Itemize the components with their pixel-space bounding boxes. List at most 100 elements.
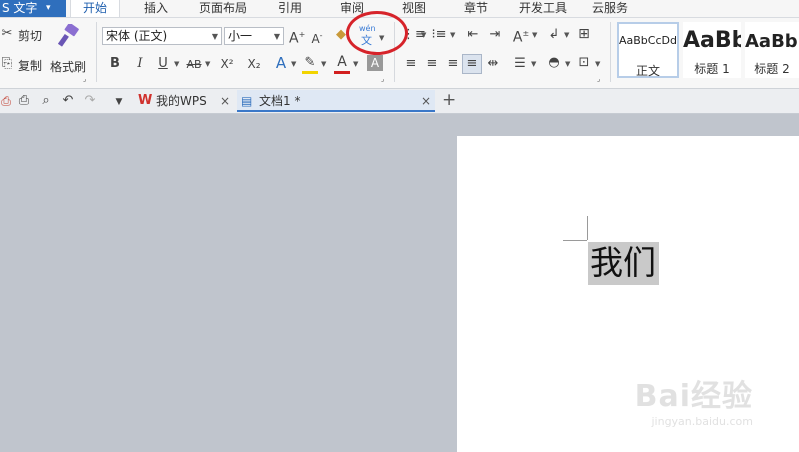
- baidu-watermark: Bai经验 jingyan.baidu.com: [635, 371, 753, 428]
- paintbrush-icon: [57, 22, 79, 47]
- superscript-button[interactable]: X²: [217, 56, 237, 72]
- app-menu-button[interactable]: S 文字 ▾: [0, 0, 66, 17]
- menu-bar: S 文字 ▾ 开始 插入 页面布局 引用 审阅 视图 章节 开发工具 云服务: [0, 0, 799, 18]
- text-direction-icon[interactable]: A±: [511, 26, 531, 46]
- document-body-text[interactable]: 我们: [590, 239, 656, 287]
- chevron-down-icon[interactable]: ▼: [450, 31, 455, 39]
- chevron-down-icon[interactable]: ▼: [531, 60, 536, 68]
- document-icon: ▤: [241, 94, 253, 108]
- chevron-down-icon[interactable]: ▼: [564, 31, 569, 39]
- line-spacing-icon[interactable]: ☰: [513, 56, 527, 72]
- style-sample: AaBbCcDd: [619, 34, 677, 47]
- print-icon[interactable]: ⎙: [16, 93, 32, 109]
- pdf-export-icon[interactable]: ⎙: [0, 93, 12, 109]
- watermark-url: jingyan.baidu.com: [651, 415, 753, 428]
- format-painter-label: 格式刷: [50, 60, 87, 74]
- distribute-icon[interactable]: ⇹: [486, 56, 500, 72]
- chevron-down-icon: ▼: [211, 32, 218, 41]
- font-size-value: 小一: [228, 29, 253, 43]
- decrease-indent-icon[interactable]: ⇤: [465, 27, 481, 43]
- character-shading-icon[interactable]: A: [367, 55, 383, 71]
- redo-icon[interactable]: ↷: [82, 93, 98, 109]
- close-icon[interactable]: ×: [421, 90, 431, 112]
- shrink-font-icon[interactable]: A-: [309, 28, 325, 47]
- style-heading-2[interactable]: AaBb 标题 2: [745, 22, 799, 78]
- highlight-pen-icon[interactable]: ✎: [302, 55, 318, 71]
- chevron-down-icon[interactable]: ▼: [595, 60, 600, 68]
- font-color-icon[interactable]: A: [334, 54, 350, 70]
- tab-chapter[interactable]: 章节: [464, 0, 488, 17]
- format-painter-button[interactable]: 格式刷: [48, 22, 88, 78]
- new-tab-button[interactable]: +: [442, 89, 456, 111]
- separator: [96, 22, 97, 82]
- tab-developer[interactable]: 开发工具: [519, 0, 567, 17]
- copy-icon: ⎘: [1, 56, 13, 71]
- margin-marker: [563, 240, 587, 241]
- justify-icon[interactable]: ≡: [462, 54, 482, 74]
- font-color-bar: [334, 71, 350, 74]
- align-center-icon[interactable]: ≡: [425, 56, 439, 72]
- align-left-icon[interactable]: ≡: [404, 56, 418, 72]
- font-size-select[interactable]: 小一 ▼: [224, 27, 284, 45]
- chevron-down-icon: ▼: [273, 32, 280, 41]
- strikethrough-button[interactable]: AB: [184, 57, 204, 73]
- dialog-launcher-icon[interactable]: ⌟: [83, 75, 86, 83]
- dialog-launcher-icon[interactable]: ⌟: [381, 75, 384, 83]
- style-label: 标题 1: [694, 62, 730, 76]
- text-effect-icon[interactable]: A: [273, 55, 289, 71]
- margin-marker: [587, 216, 588, 240]
- tab-insert[interactable]: 插入: [144, 0, 168, 17]
- close-icon[interactable]: ×: [220, 90, 230, 112]
- chevron-down-icon[interactable]: ▼: [565, 60, 570, 68]
- undo-icon[interactable]: ↶: [60, 93, 76, 109]
- italic-button[interactable]: I: [133, 56, 147, 72]
- print-preview-icon[interactable]: ⌕: [38, 93, 54, 109]
- copy-label: 复制: [18, 59, 43, 73]
- annotation-circle: [346, 11, 408, 55]
- style-heading-1[interactable]: AaBb 标题 1: [683, 22, 741, 78]
- chevron-down-icon[interactable]: ▼: [421, 31, 426, 39]
- chevron-down-icon[interactable]: ▼: [205, 60, 210, 68]
- chevron-down-icon[interactable]: ▼: [532, 31, 537, 39]
- font-name-select[interactable]: 宋体 (正文) ▼: [102, 27, 222, 45]
- tab-label: 文档1 *: [259, 94, 301, 108]
- subscript-button[interactable]: X₂: [244, 56, 264, 72]
- tab-home[interactable]: 开始: [70, 0, 120, 17]
- tab-label: 我的WPS: [156, 94, 207, 108]
- dialog-launcher-icon[interactable]: ⌟: [597, 75, 600, 83]
- document-tab-bar: ⎙ ⎙ ⌕ ↶ ↷ ▼ W 我的WPS × ▤ 文档1 * × +: [0, 89, 799, 114]
- increase-indent-icon[interactable]: ⇥: [487, 27, 503, 43]
- chevron-down-icon: ▾: [46, 3, 51, 13]
- bold-button[interactable]: B: [108, 56, 122, 72]
- separator: [610, 22, 611, 82]
- style-sample: AaBb: [683, 28, 741, 53]
- cut-label: 剪切: [18, 29, 43, 43]
- font-name-value: 宋体 (正文): [106, 29, 168, 43]
- style-normal[interactable]: AaBbCcDd 正文: [617, 22, 679, 78]
- chevron-down-icon[interactable]: ▼: [353, 60, 358, 68]
- paragraph-mark-icon[interactable]: ↲: [547, 27, 561, 43]
- chevron-down-icon[interactable]: ▼: [174, 60, 179, 68]
- borders-icon[interactable]: ⊡: [576, 55, 592, 71]
- chevron-down-icon[interactable]: ▼: [291, 60, 296, 68]
- tab-references[interactable]: 引用: [278, 0, 302, 17]
- tab-cloud[interactable]: 云服务: [592, 0, 628, 17]
- wps-logo-icon: W: [138, 93, 153, 108]
- tab-document-1[interactable]: ▤ 文档1 * ×: [237, 90, 435, 112]
- paint-bucket-icon[interactable]: ◓: [546, 55, 562, 71]
- table-grid-icon[interactable]: ⊞: [576, 26, 592, 42]
- numbered-list-icon[interactable]: ⁝≡: [431, 27, 447, 43]
- chevron-down-icon[interactable]: ▼: [112, 94, 126, 110]
- style-label: 标题 2: [754, 62, 790, 76]
- highlight-color-bar: [302, 71, 318, 74]
- tab-page-layout[interactable]: 页面布局: [199, 0, 247, 17]
- chevron-down-icon[interactable]: ▼: [321, 60, 326, 68]
- tab-view[interactable]: 视图: [402, 0, 426, 17]
- align-right-icon[interactable]: ≡: [446, 56, 460, 72]
- grow-font-icon[interactable]: A+: [289, 27, 305, 47]
- style-sample: AaBb: [745, 31, 798, 52]
- underline-button[interactable]: U: [156, 56, 170, 72]
- app-menu-label: S 文字: [2, 1, 38, 15]
- style-label: 正文: [635, 64, 660, 78]
- tab-my-wps[interactable]: W 我的WPS ×: [134, 90, 234, 112]
